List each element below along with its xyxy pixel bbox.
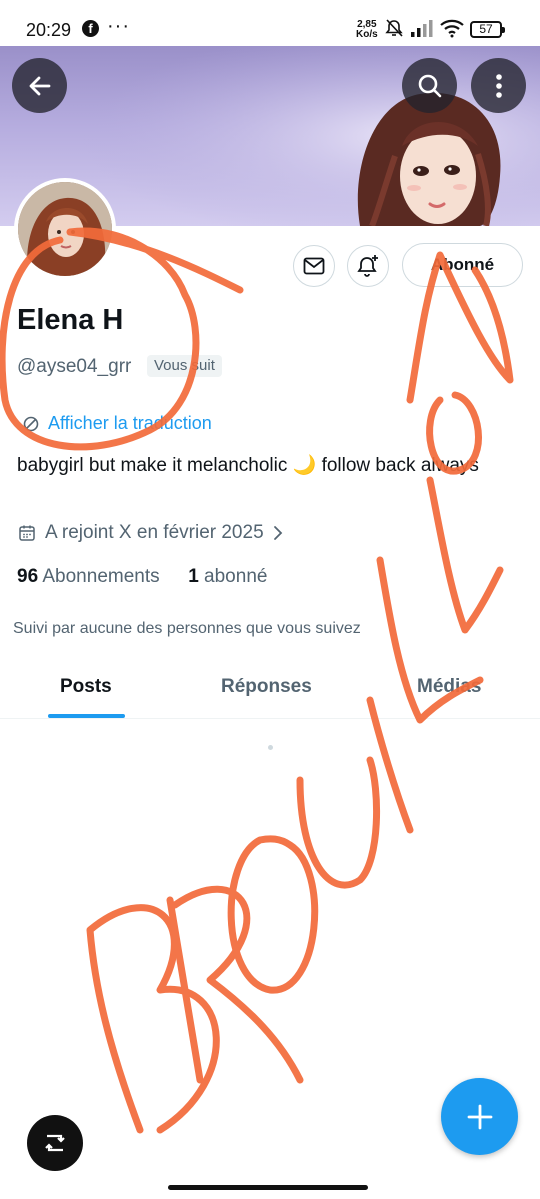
profile-handle: @ayse04_grr <box>17 356 132 377</box>
translate-link[interactable]: Afficher la traduction <box>22 413 212 434</box>
tab-media[interactable]: Médias <box>417 676 481 698</box>
tab-posts[interactable]: Posts <box>60 676 112 698</box>
avatar[interactable] <box>14 178 116 280</box>
signal-icon <box>411 20 433 37</box>
join-date-label: A rejoint X en février 2025 <box>45 522 264 543</box>
active-tab-indicator <box>48 714 125 718</box>
translate-icon <box>23 416 39 431</box>
annotation-letter-l2 <box>426 476 504 634</box>
annotation-letter-r <box>166 885 304 1084</box>
repost-button[interactable] <box>27 1115 83 1171</box>
battery-indicator: 57 <box>470 21 505 38</box>
status-more-indicator: ··· <box>107 15 130 37</box>
avatar-photo <box>18 182 112 276</box>
mute-icon <box>385 19 403 37</box>
bell-plus-icon <box>357 255 378 277</box>
profile-name: Elena H <box>17 304 124 336</box>
followed-by-text: Suivi par aucune des personnes que vous … <box>13 620 361 637</box>
translate-label: Afficher la traduction <box>48 413 212 433</box>
chevron-right-icon <box>273 526 282 540</box>
mail-icon <box>303 257 325 275</box>
followers-count: 1 <box>188 566 199 587</box>
wifi-icon <box>440 19 464 38</box>
more-vertical-icon <box>495 73 502 98</box>
following-count: 96 <box>17 566 39 587</box>
following-button[interactable]: Abonné <box>402 243 523 287</box>
tab-replies[interactable]: Réponses <box>221 676 312 698</box>
back-button[interactable] <box>12 58 67 113</box>
search-icon <box>418 74 441 97</box>
message-button[interactable] <box>293 245 335 287</box>
network-speed-unit: Ko/s <box>356 29 378 40</box>
network-speed: 2,85 Ko/s <box>356 20 378 40</box>
search-button[interactable] <box>402 58 457 113</box>
plus-icon <box>467 1104 492 1129</box>
following-label: Abonnements <box>42 566 160 587</box>
back-arrow-icon <box>29 76 50 95</box>
profile-tabs: Posts Réponses Médias <box>0 666 540 719</box>
avatar-image <box>18 182 112 276</box>
status-time: 20:29 <box>26 20 72 40</box>
notifications-button[interactable] <box>347 245 389 287</box>
more-options-button[interactable] <box>471 58 526 113</box>
home-indicator[interactable] <box>168 1185 368 1190</box>
following-link[interactable]: 96 Abonnements <box>17 566 160 587</box>
compose-button[interactable] <box>441 1078 518 1155</box>
annotation-letter-o <box>227 835 319 994</box>
profile-bio: babygirl but make it melancholic 🌙 follo… <box>17 455 479 476</box>
annotation-letter-b <box>86 904 220 1134</box>
follows-you-badge: Vous suit <box>147 355 222 377</box>
join-date[interactable]: A rejoint X en février 2025 <box>18 522 283 544</box>
followers-link[interactable]: 1 abonné <box>188 566 267 587</box>
annotation-letter-i <box>366 696 414 834</box>
repost-icon <box>45 1134 65 1152</box>
calendar-icon <box>19 525 35 541</box>
annotation-letter-u <box>296 756 381 889</box>
status-bar: 20:29 f ··· 2,85 Ko/s 57 <box>0 0 540 46</box>
facebook-icon: f <box>82 20 99 37</box>
followers-label: abonné <box>204 566 268 587</box>
loading-indicator <box>268 745 273 750</box>
follow-stats: 96 Abonnements 1 abonné <box>17 566 267 588</box>
